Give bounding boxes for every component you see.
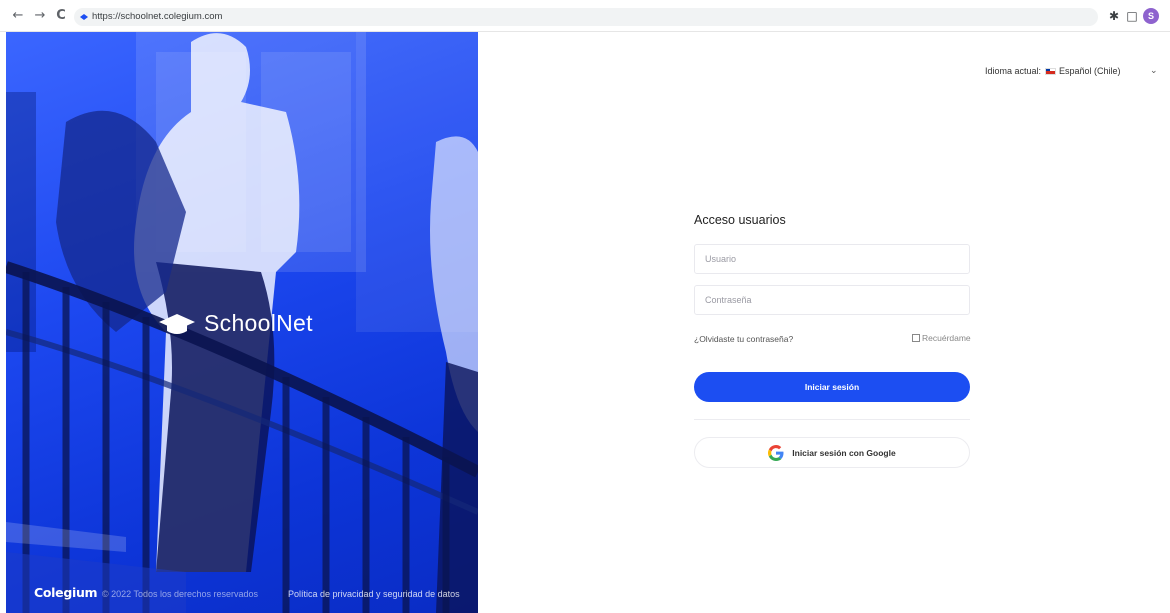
browser-toolbar: ← → C https://schoolnet.colegium.com ✱ □… bbox=[0, 0, 1170, 32]
language-selector[interactable]: Idioma actual: Español (Chile) bbox=[985, 66, 1121, 76]
remember-checkbox[interactable] bbox=[912, 334, 920, 342]
divider bbox=[694, 419, 970, 420]
forgot-password-link[interactable]: ¿Olvidaste tu contraseña? bbox=[694, 334, 793, 344]
url-text: https://schoolnet.colegium.com bbox=[92, 11, 223, 22]
language-label: Idioma actual: bbox=[985, 66, 1042, 76]
site-info-icon[interactable] bbox=[80, 14, 88, 20]
google-login-button[interactable]: Iniciar sesión con Google bbox=[694, 437, 970, 468]
address-bar[interactable]: https://schoolnet.colegium.com bbox=[74, 8, 1098, 26]
graduation-cap-icon bbox=[159, 313, 195, 334]
chevron-down-icon[interactable]: ⌄ bbox=[1150, 66, 1158, 76]
extensions-icon[interactable]: ✱ bbox=[1106, 8, 1122, 24]
password-input[interactable] bbox=[694, 285, 970, 315]
profile-avatar[interactable]: S bbox=[1143, 8, 1159, 24]
remember-label: Recuérdame bbox=[922, 333, 971, 343]
copyright-text: © 2022 Todos los derechos reservados bbox=[102, 589, 259, 599]
login-button[interactable]: Iniciar sesión bbox=[694, 372, 970, 402]
reload-button[interactable]: C bbox=[53, 8, 69, 24]
app-name: SchoolNet bbox=[204, 310, 313, 336]
side-panel-icon[interactable]: □ bbox=[1124, 8, 1140, 24]
back-button[interactable]: ← bbox=[10, 8, 26, 24]
remember-me[interactable]: Recuérdame bbox=[912, 333, 971, 343]
language-value: Español (Chile) bbox=[1059, 66, 1121, 76]
google-icon bbox=[768, 444, 784, 461]
username-input[interactable] bbox=[694, 244, 970, 274]
schoolnet-logo: SchoolNet bbox=[158, 310, 313, 337]
chile-flag-icon bbox=[1045, 67, 1057, 75]
colegium-brand: Colegium bbox=[34, 585, 98, 600]
privacy-policy-link[interactable]: Política de privacidad y seguridad de da… bbox=[288, 589, 460, 599]
login-title: Acceso usuarios bbox=[694, 213, 786, 227]
forward-button[interactable]: → bbox=[32, 8, 48, 24]
hero-image-panel: SchoolNet Colegium © 2022 Todos los dere… bbox=[6, 32, 478, 613]
google-login-label: Iniciar sesión con Google bbox=[792, 447, 896, 458]
